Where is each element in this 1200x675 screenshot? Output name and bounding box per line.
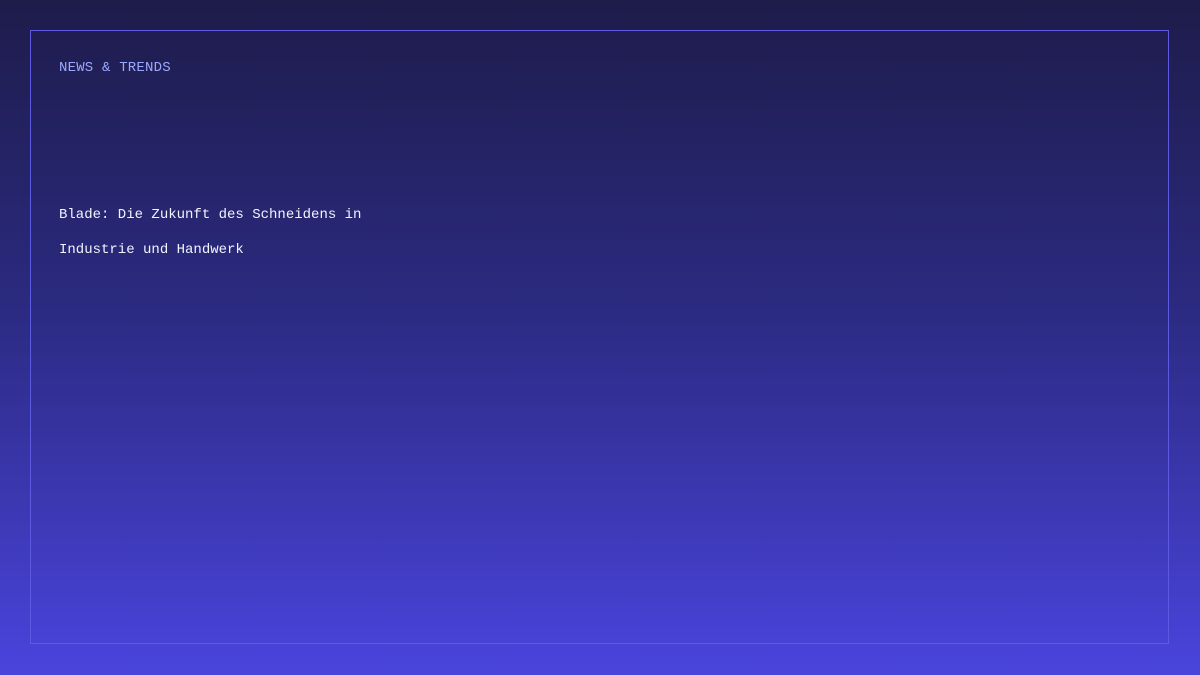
headline-line-2: Industrie und Handwerk bbox=[59, 242, 244, 258]
card-frame bbox=[30, 30, 1169, 644]
headline[interactable]: Blade: Die Zukunft des Schneidens in Ind… bbox=[59, 198, 479, 268]
section-label: NEWS & TRENDS bbox=[59, 60, 171, 76]
headline-line-1: Blade: Die Zukunft des Schneidens in bbox=[59, 207, 362, 223]
